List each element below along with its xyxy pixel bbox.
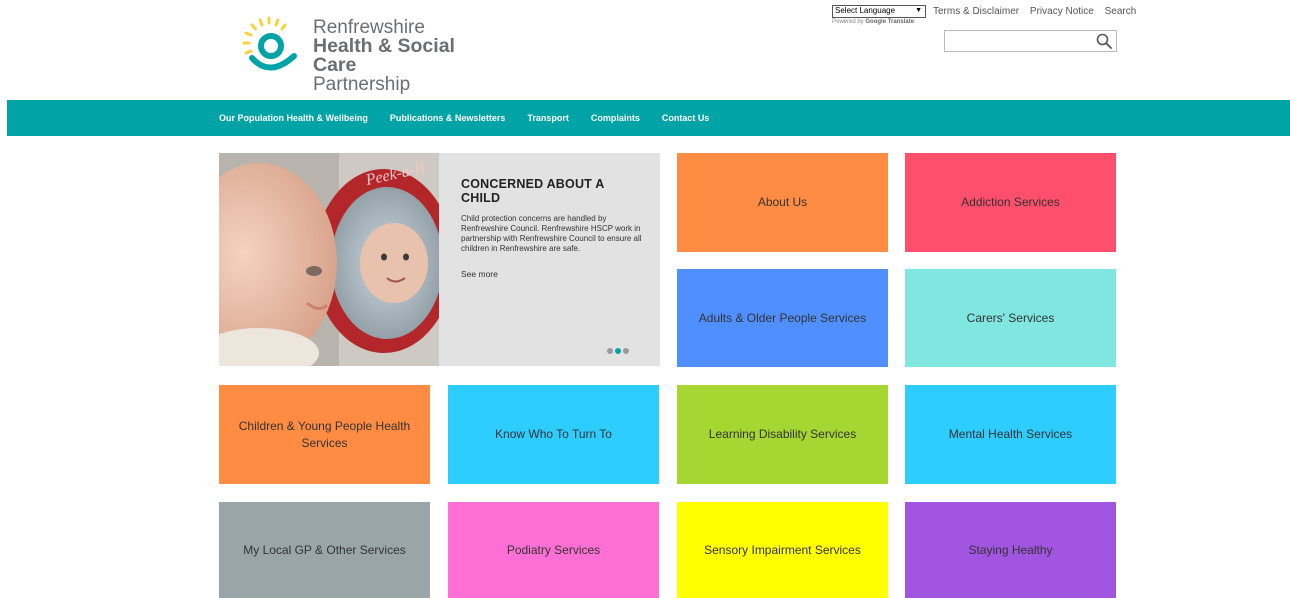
tile-podiatry[interactable]: Podiatry Services: [448, 502, 659, 598]
tile-addiction-services[interactable]: Addiction Services: [905, 153, 1116, 252]
nav-item-complaints[interactable]: Complaints: [591, 113, 640, 123]
utility-links: Terms & Disclaimer Privacy Notice Search: [933, 6, 1144, 17]
carousel-dot[interactable]: [623, 348, 629, 354]
search-icon[interactable]: [1096, 33, 1112, 49]
tile-local-gp[interactable]: My Local GP & Other Services: [219, 502, 430, 598]
carousel-dot[interactable]: [607, 348, 613, 354]
see-more-link[interactable]: See more: [461, 269, 498, 279]
tile-staying-healthy[interactable]: Staying Healthy: [905, 502, 1116, 598]
site-header: Renfrewshire Health & Social Care Partne…: [0, 0, 1290, 100]
google-translate-text: Google Translate: [865, 19, 915, 25]
logo-mark-icon: [242, 16, 297, 71]
logo-text: Renfrewshire Health & Social Care Partne…: [313, 18, 498, 94]
powered-by-label: Powered by Google Translate: [832, 19, 924, 25]
nav-item-publications[interactable]: Publications & Newsletters: [390, 113, 506, 123]
hero-text: Child protection concerns are handled by…: [461, 214, 642, 253]
tile-know-who-to-turn-to[interactable]: Know Who To Turn To: [448, 385, 659, 484]
tile-sensory-impairment[interactable]: Sensory Impairment Services: [677, 502, 888, 598]
nav-item-transport[interactable]: Transport: [527, 113, 569, 123]
search-link[interactable]: Search: [1105, 6, 1137, 17]
tile-mental-health[interactable]: Mental Health Services: [905, 385, 1116, 484]
carousel-dot-active[interactable]: [615, 348, 621, 354]
dropdown-arrow-icon: ▼: [915, 7, 922, 14]
terms-link[interactable]: Terms & Disclaimer: [933, 6, 1019, 17]
language-select[interactable]: Select Language ▼: [832, 5, 926, 18]
hero-title: CONCERNED ABOUT A CHILD: [461, 177, 604, 205]
hero-image: Peek-a-B: [219, 153, 439, 366]
tile-adults-older-people[interactable]: Adults & Older People Services: [677, 269, 888, 367]
hero-content: CONCERNED ABOUT A CHILD Child protection…: [461, 177, 646, 282]
nav-item-contact-us[interactable]: Contact Us: [662, 113, 710, 123]
logo-line-2: Health & Social Care: [313, 35, 455, 76]
language-select-value: Select Language: [835, 6, 896, 15]
privacy-link[interactable]: Privacy Notice: [1030, 6, 1094, 17]
search-box: [944, 30, 1117, 52]
search-input[interactable]: [945, 31, 1101, 51]
carousel-dots: [607, 348, 631, 354]
nav-item-population-health[interactable]: Our Population Health & Wellbeing: [219, 113, 368, 123]
hero-carousel: Peek-a-B CONCERNED ABOUT A CHILD Child p…: [219, 153, 660, 366]
tile-about-us[interactable]: About Us: [677, 153, 888, 252]
tile-children-young-people[interactable]: Children & Young People Health Services: [219, 385, 430, 484]
logo-line-3: Partnership: [313, 74, 411, 95]
tile-carers-services[interactable]: Carers' Services: [905, 269, 1116, 367]
powered-by-text: Powered by: [832, 19, 864, 25]
site-logo[interactable]: Renfrewshire Health & Social Care Partne…: [238, 12, 498, 94]
google-translate-widget: Select Language ▼ Powered by Google Tran…: [832, 5, 926, 25]
main-nav: Our Population Health & Wellbeing Public…: [7, 100, 1290, 136]
tile-learning-disability[interactable]: Learning Disability Services: [677, 385, 888, 484]
